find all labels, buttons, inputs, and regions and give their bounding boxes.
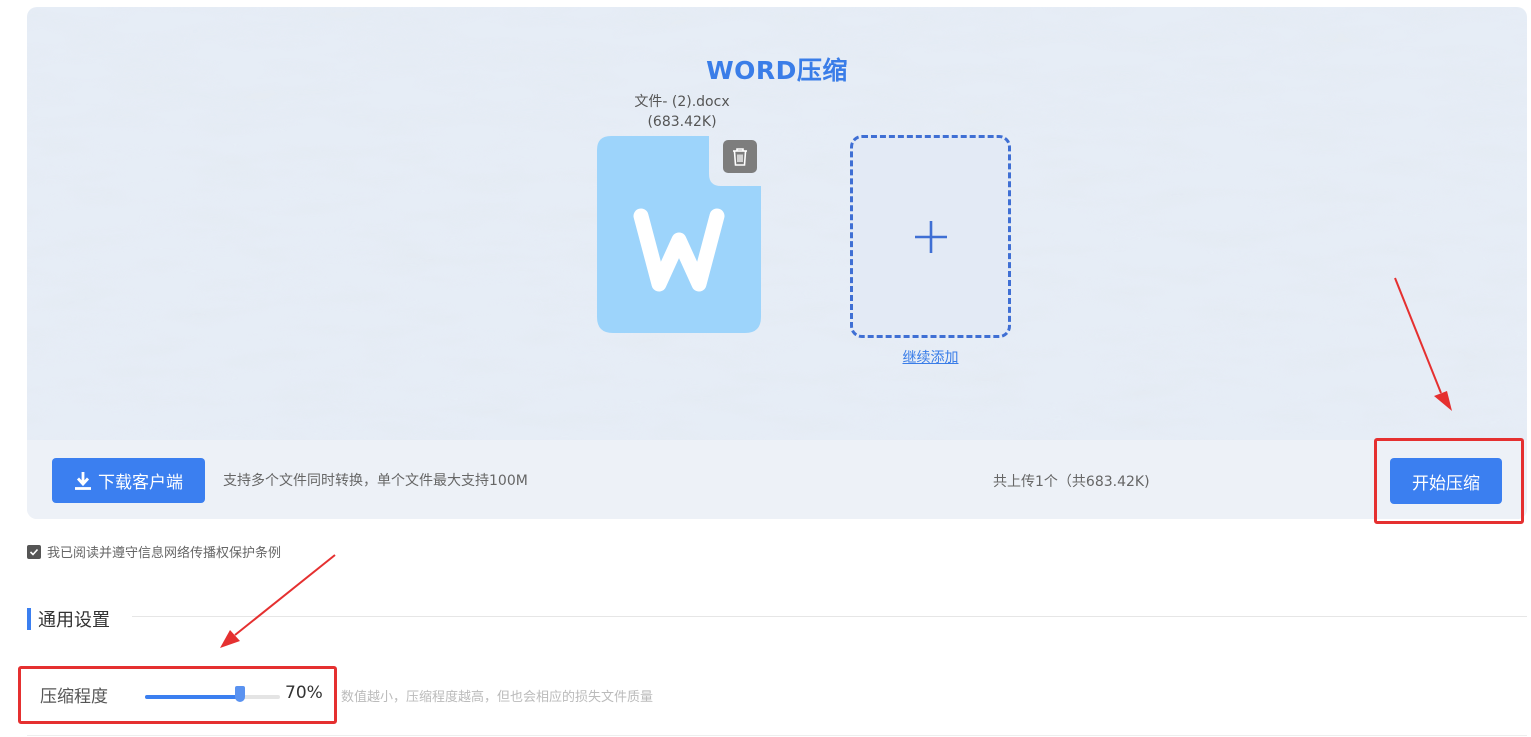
- bottom-divider: [27, 735, 1527, 736]
- compression-setting-highlight: [18, 666, 337, 724]
- trash-icon: [733, 147, 747, 166]
- agreement-checkbox[interactable]: [27, 544, 41, 559]
- start-button-highlight: [1374, 438, 1524, 524]
- upload-action-bar: 下载客户端 支持多个文件同时转换，单个文件最大支持100M 共上传1个（共683…: [27, 440, 1527, 519]
- support-info-text: 支持多个文件同时转换，单个文件最大支持100M: [223, 473, 528, 489]
- compression-hint: 数值越小，压缩程度越高，但也会相应的损失文件质量: [341, 690, 654, 705]
- continue-add-link[interactable]: 继续添加: [850, 347, 1011, 367]
- download-icon: [75, 471, 91, 490]
- section-divider: [132, 616, 1527, 617]
- plus-icon: [914, 220, 947, 253]
- general-settings-header: 通用设置: [27, 606, 110, 632]
- add-file-dropzone[interactable]: [850, 135, 1011, 338]
- download-client-label: 下载客户端: [98, 473, 183, 492]
- section-title: 通用设置: [38, 610, 110, 631]
- section-accent-bar: [27, 608, 31, 630]
- uploaded-file-card: 文件- (2).docx (683.42K): [592, 92, 772, 333]
- download-client-button[interactable]: 下载客户端: [52, 458, 205, 503]
- agreement-label: 我已阅读并遵守信息网络传播权保护条例: [47, 546, 282, 561]
- file-size: (683.42K): [647, 114, 717, 130]
- checkmark-icon: [29, 548, 39, 556]
- page-title: WORD压缩: [706, 56, 848, 85]
- file-name: 文件- (2).docx: [634, 94, 730, 110]
- upload-count-text: 共上传1个（共683.42K): [993, 474, 1150, 490]
- delete-file-button[interactable]: [723, 140, 757, 173]
- agreement-row: 我已阅读并遵守信息网络传播权保护条例: [27, 542, 281, 561]
- upload-panel: WORD压缩 文件- (2).docx (683.42K) 继续添加 下载客户端…: [27, 7, 1527, 519]
